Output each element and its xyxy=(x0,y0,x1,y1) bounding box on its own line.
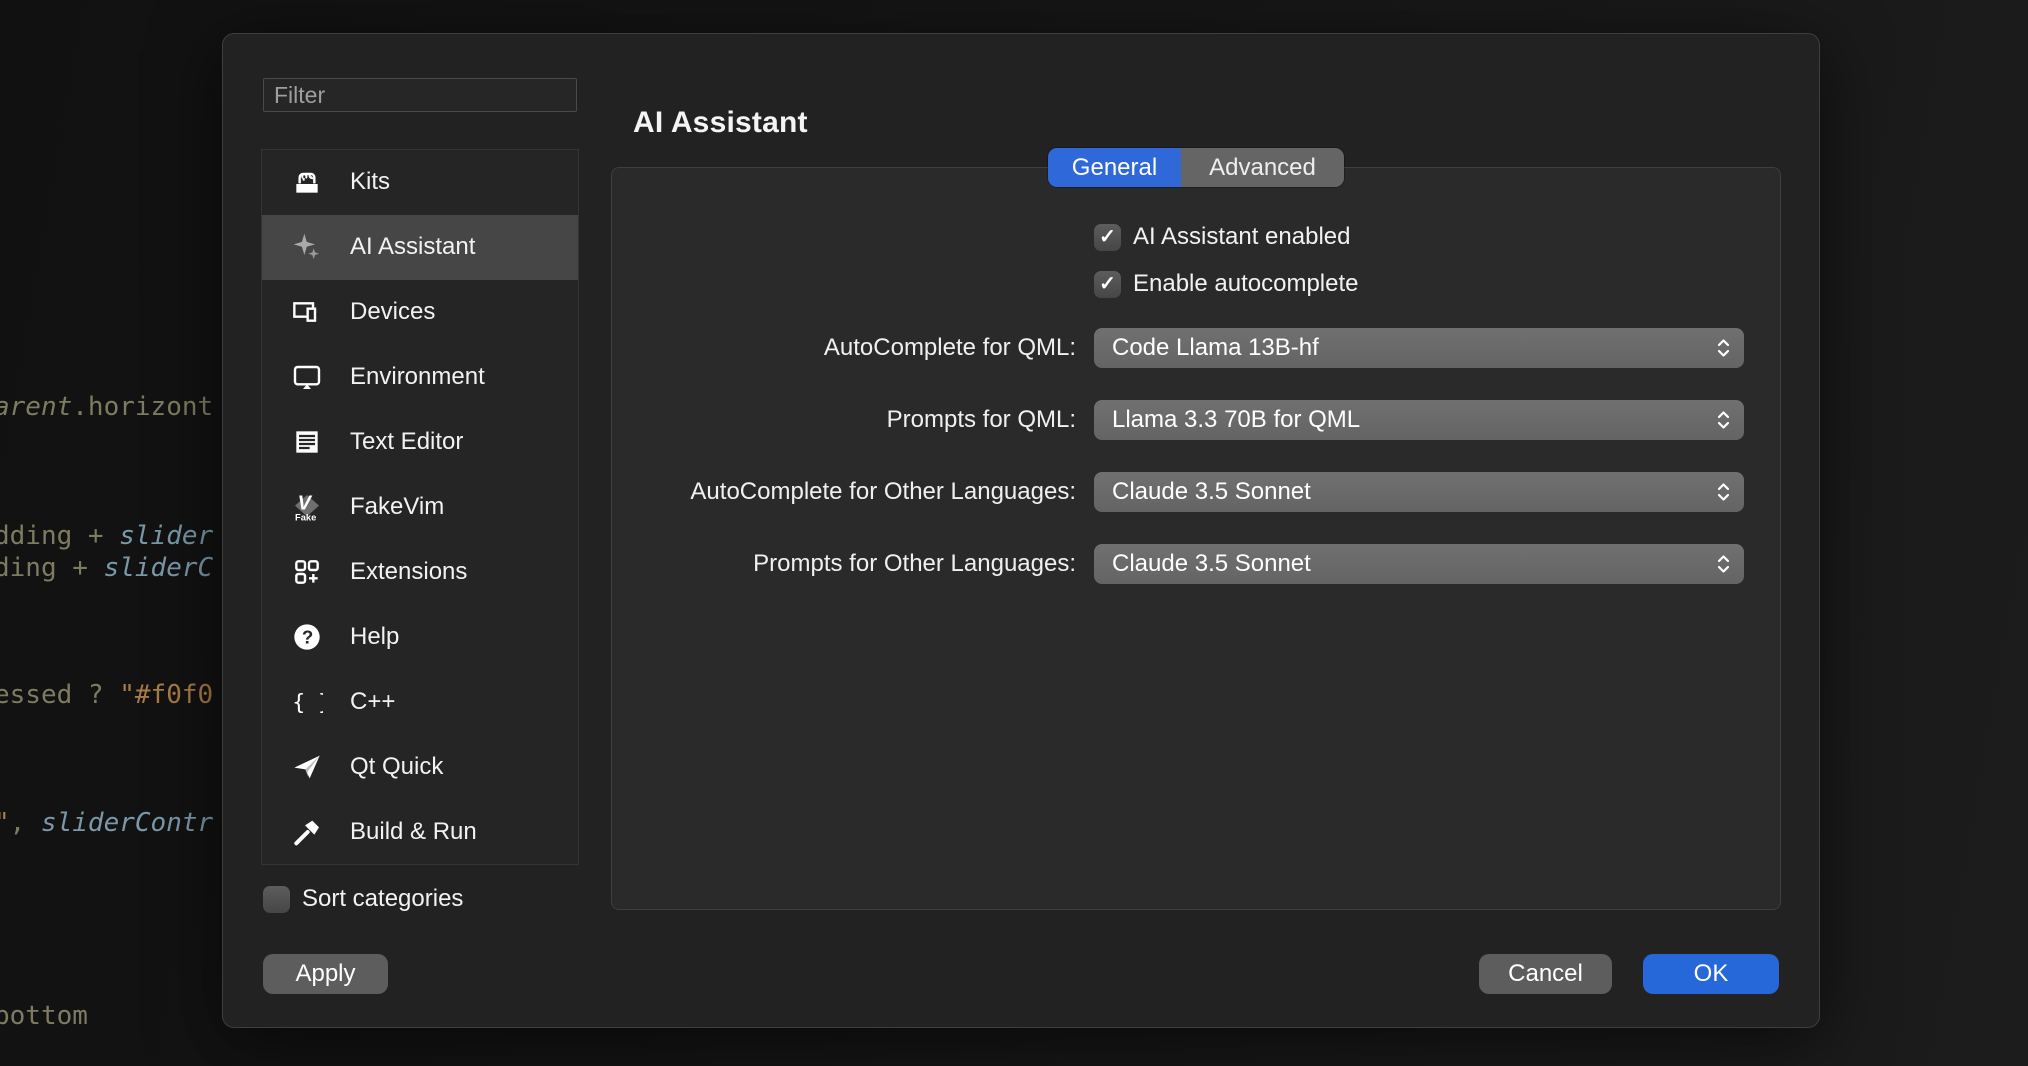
filter-input[interactable] xyxy=(263,78,577,112)
code-segment: sliderContr xyxy=(41,808,213,838)
tab-advanced[interactable]: Advanced xyxy=(1181,148,1344,187)
form-row: Prompts for QML: Llama 3.3 70B for QML xyxy=(611,400,1781,440)
sidebar-item-label: Help xyxy=(350,623,399,651)
cancel-button[interactable]: Cancel xyxy=(1479,954,1612,994)
tab-bar: General Advanced xyxy=(1048,148,1344,187)
sparkles-icon xyxy=(290,230,324,264)
sort-categories-label: Sort categories xyxy=(302,885,463,913)
sidebar-item-label: Qt Quick xyxy=(350,753,443,781)
help-icon: ? xyxy=(290,620,324,654)
ai-assistant-enabled-label: AI Assistant enabled xyxy=(1133,223,1350,251)
chevron-updown-icon xyxy=(1715,552,1732,583)
autocomplete-qml-select[interactable]: Code Llama 13B-hf xyxy=(1094,328,1744,368)
code-segment: dding + xyxy=(0,521,119,551)
code-line: arent.horizont xyxy=(0,391,213,423)
form-row: AutoComplete for QML: Code Llama 13B-hf xyxy=(611,328,1781,368)
svg-text:Fake: Fake xyxy=(295,512,316,522)
sidebar-item-devices[interactable]: Devices xyxy=(262,280,578,345)
ai-enabled-row: ✓ AI Assistant enabled xyxy=(1094,223,1350,251)
code-line: ", sliderContr xyxy=(0,807,213,839)
page-title: AI Assistant xyxy=(633,106,808,140)
form-label: Prompts for QML: xyxy=(611,400,1076,440)
sort-categories-checkbox[interactable]: ✓ xyxy=(263,886,290,913)
sidebar-item-build-run[interactable]: Build & Run xyxy=(262,799,578,864)
code-segment: slider xyxy=(119,521,213,551)
code-segment: arent xyxy=(0,392,72,422)
chevron-updown-icon xyxy=(1715,408,1732,439)
prompts-qml-select[interactable]: Llama 3.3 70B for QML xyxy=(1094,400,1744,440)
fakevim-icon: VFake xyxy=(290,490,324,524)
apply-button[interactable]: Apply xyxy=(263,954,388,994)
autocomplete-other-select[interactable]: Claude 3.5 Sonnet xyxy=(1094,472,1744,512)
toolbox-icon xyxy=(290,165,324,199)
form-row: Prompts for Other Languages: Claude 3.5 … xyxy=(611,544,1781,584)
dropdown-value: Code Llama 13B-hf xyxy=(1112,334,1319,362)
braces-icon: { } xyxy=(290,685,324,719)
sort-categories-row: ✓ Sort categories xyxy=(263,885,463,913)
chevron-updown-icon xyxy=(1715,480,1732,511)
sidebar-item-label: Build & Run xyxy=(350,818,477,846)
sidebar-item-label: Environment xyxy=(350,363,485,391)
ok-button[interactable]: OK xyxy=(1643,954,1779,994)
sidebar-item-label: AI Assistant xyxy=(350,233,475,261)
code-segment: "#f0f0 xyxy=(119,680,213,710)
paper-plane-icon xyxy=(290,750,324,784)
svg-text:?: ? xyxy=(302,626,313,647)
hammer-icon xyxy=(290,815,324,849)
code-segment: ding + xyxy=(0,553,104,583)
enable-autocomplete-row: ✓ Enable autocomplete xyxy=(1094,270,1359,298)
preferences-dialog: Kits AI Assistant Devices Environment Te xyxy=(222,33,1820,1028)
prompts-other-select[interactable]: Claude 3.5 Sonnet xyxy=(1094,544,1744,584)
form-label: Prompts for Other Languages: xyxy=(611,544,1076,584)
sidebar-item-fakevim[interactable]: VFake FakeVim xyxy=(262,475,578,540)
devices-icon xyxy=(290,295,324,329)
sidebar-item-qt-quick[interactable]: Qt Quick xyxy=(262,734,578,799)
dropdown-value: Claude 3.5 Sonnet xyxy=(1112,478,1311,506)
sidebar-item-extensions[interactable]: Extensions xyxy=(262,539,578,604)
document-lines-icon xyxy=(290,425,324,459)
dropdown-value: Claude 3.5 Sonnet xyxy=(1112,550,1311,578)
sidebar-item-label: FakeVim xyxy=(350,493,444,521)
code-segment: bottom xyxy=(0,1001,88,1031)
sidebar-item-environment[interactable]: Environment xyxy=(262,345,578,410)
svg-text:{ }: { } xyxy=(292,690,323,715)
sidebar-item-help[interactable]: ? Help xyxy=(262,604,578,669)
sidebar-item-label: Extensions xyxy=(350,558,467,586)
sidebar-item-label: Devices xyxy=(350,298,435,326)
monitor-icon xyxy=(290,360,324,394)
code-segment: .horizont xyxy=(72,392,213,422)
form-label: AutoComplete for QML: xyxy=(611,328,1076,368)
form-row: AutoComplete for Other Languages: Claude… xyxy=(611,472,1781,512)
code-line: essed ? "#f0f0 xyxy=(0,679,213,711)
code-line: dding + slider xyxy=(0,520,213,552)
code-line: ding + sliderC xyxy=(0,552,213,584)
enable-autocomplete-checkbox[interactable]: ✓ xyxy=(1094,271,1121,298)
sidebar-item-label: Kits xyxy=(350,168,390,196)
sidebar-item-cpp[interactable]: { } C++ xyxy=(262,669,578,734)
sidebar-item-label: Text Editor xyxy=(350,428,463,456)
chevron-updown-icon xyxy=(1715,336,1732,367)
code-segment: " xyxy=(0,808,10,838)
sidebar-item-kits[interactable]: Kits xyxy=(262,150,578,215)
enable-autocomplete-label: Enable autocomplete xyxy=(1133,270,1359,298)
sidebar-item-label: C++ xyxy=(350,688,395,716)
extensions-icon xyxy=(290,555,324,589)
sidebar-item-text-editor[interactable]: Text Editor xyxy=(262,410,578,475)
code-line: bottom xyxy=(0,1000,88,1032)
ai-assistant-enabled-checkbox[interactable]: ✓ xyxy=(1094,224,1121,251)
category-list: Kits AI Assistant Devices Environment Te xyxy=(261,149,579,865)
sidebar-item-ai-assistant[interactable]: AI Assistant xyxy=(262,215,578,280)
form-label: AutoComplete for Other Languages: xyxy=(611,472,1076,512)
code-segment: sliderC xyxy=(104,553,214,583)
code-segment: , xyxy=(10,808,41,838)
tab-general[interactable]: General xyxy=(1048,148,1181,187)
code-segment: essed ? xyxy=(0,680,119,710)
dropdown-value: Llama 3.3 70B for QML xyxy=(1112,406,1360,434)
